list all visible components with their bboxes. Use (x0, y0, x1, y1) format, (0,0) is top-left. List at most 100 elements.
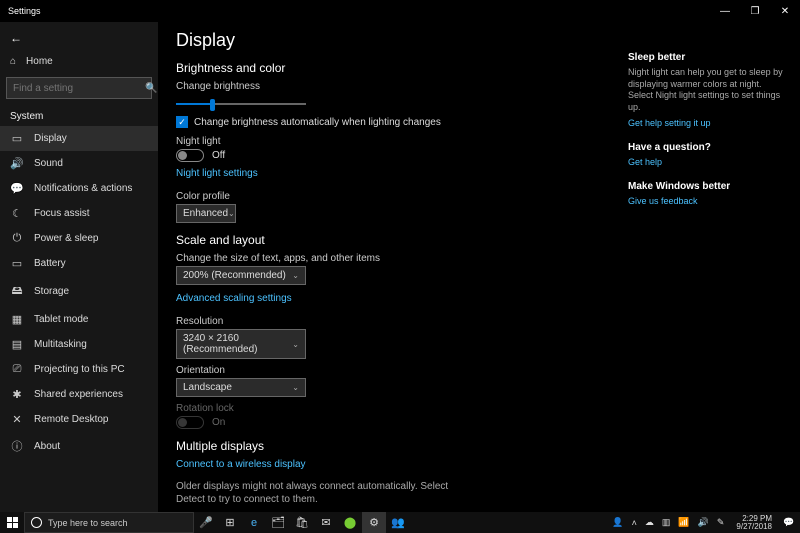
sidebar-item-focus[interactable]: ☾ Focus assist (0, 201, 158, 226)
sidebar-item-shared[interactable]: ✱ Shared experiences (0, 382, 158, 407)
sidebar-item-label: Focus assist (34, 208, 90, 219)
right-panel: Sleep better Night light can help you ge… (620, 22, 800, 512)
section-multiple: Multiple displays (176, 439, 602, 453)
sound-icon: 🔊 (10, 157, 24, 170)
sidebar-item-label: Remote Desktop (34, 414, 108, 425)
feedback-heading: Make Windows better (628, 181, 786, 192)
focus-assist-icon: ☾ (10, 207, 24, 220)
power-icon: ⏻ (10, 232, 24, 245)
tray-chevron-icon[interactable]: ˄ (630, 518, 639, 528)
back-arrow-icon[interactable]: ← (0, 26, 158, 50)
start-button[interactable] (0, 512, 24, 533)
get-help-link[interactable]: Get help (628, 157, 786, 167)
sidebar-item-battery[interactable]: ▭Battery (0, 251, 158, 276)
sidebar-home[interactable]: ⌂ Home (0, 50, 158, 73)
sidebar-item-tablet[interactable]: ▦Tablet mode (0, 307, 158, 332)
action-center-icon[interactable]: 💬 (778, 512, 800, 533)
sidebar-search[interactable]: 🔍 (6, 77, 152, 99)
maximize-button[interactable]: ❐ (740, 0, 770, 22)
nightlight-settings-link[interactable]: Night light settings (176, 168, 258, 179)
projecting-icon: ⎚ (10, 363, 24, 376)
advanced-scaling-link[interactable]: Advanced scaling settings (176, 293, 292, 304)
mail-icon[interactable]: ✉ (314, 512, 338, 533)
chevron-down-icon: ⌄ (292, 383, 299, 392)
app-icon[interactable]: ⬤ (338, 512, 362, 533)
tablet-icon: ▦ (10, 313, 24, 326)
sidebar-item-storage[interactable]: 🖴Storage (0, 276, 158, 307)
sidebar-item-notifications[interactable]: 💬 Notifications & actions (0, 176, 158, 201)
edge-icon[interactable]: e (242, 512, 266, 533)
colorprofile-label: Color profile (176, 191, 602, 202)
search-input[interactable] (13, 83, 145, 94)
wireless-display-link[interactable]: Connect to a wireless display (176, 459, 306, 470)
system-tray[interactable]: 👤 ˄ ☁ ▥ 📶 🔊 ✎ (606, 512, 730, 533)
question-heading: Have a question? (628, 142, 786, 153)
resolution-select[interactable]: 3240 × 2160 (Recommended)⌄ (176, 329, 306, 359)
sidebar-item-projecting[interactable]: ⎚Projecting to this PC (0, 357, 158, 382)
rotation-toggle (176, 416, 204, 429)
pen-icon[interactable]: ✎ (715, 517, 727, 528)
detect-text: Older displays might not always connect … (176, 480, 476, 506)
taskbar: Type here to search 🎤 ⊞ e 🗂 🛍 ✉ ⬤ ⚙ 👥 👤 … (0, 512, 800, 533)
window-title: Settings (0, 6, 710, 16)
brightness-slider[interactable] (176, 96, 306, 112)
sleep-text: Night light can help you get to sleep by… (628, 67, 786, 114)
search-icon: 🔍 (145, 83, 157, 94)
scale-label: Change the size of text, apps, and other… (176, 253, 602, 264)
store-icon[interactable]: 🛍 (290, 512, 314, 533)
multitasking-icon: ▤ (10, 338, 24, 351)
people-icon[interactable]: 👤 (610, 517, 625, 528)
section-scale: Scale and layout (176, 233, 602, 247)
feedback-link[interactable]: Give us feedback (628, 196, 786, 206)
volume-icon[interactable]: 🔊 (696, 517, 711, 528)
remote-icon: ✕ (10, 413, 24, 426)
notifications-icon: 💬 (10, 182, 24, 195)
wifi-icon[interactable]: 📶 (676, 517, 691, 528)
taskbar-clock[interactable]: 2:29 PM 9/27/2018 (730, 515, 778, 531)
sidebar-item-display[interactable]: ▭Display (0, 126, 158, 151)
sidebar-group-label: System (0, 107, 158, 126)
auto-brightness-checkbox[interactable]: ✓ (176, 116, 188, 128)
resolution-label: Resolution (176, 316, 602, 327)
scale-select[interactable]: 200% (Recommended)⌄ (176, 266, 306, 285)
settings-icon[interactable]: ⚙ (362, 512, 386, 533)
sidebar-item-multitasking[interactable]: ▤ Multitasking (0, 332, 158, 357)
brightness-label: Change brightness (176, 81, 602, 92)
rotation-state: On (212, 417, 225, 428)
sidebar-item-remote[interactable]: ✕ Remote Desktop (0, 407, 158, 432)
onedrive-icon[interactable]: ☁ (643, 517, 656, 528)
colorprofile-select[interactable]: Enhanced⌄ (176, 204, 236, 223)
battery-icon: ▭ (10, 257, 24, 270)
sidebar-item-power[interactable]: ⏻Power & sleep (0, 226, 158, 251)
sidebar: ← ⌂ Home 🔍 System ▭Display🔊Sound💬Notific… (0, 22, 158, 512)
sleep-link[interactable]: Get help setting it up (628, 118, 786, 128)
chevron-down-icon: ⌄ (228, 209, 235, 218)
close-button[interactable]: ✕ (770, 0, 800, 22)
home-icon: ⌂ (10, 56, 16, 67)
sidebar-item-label: Shared experiences (34, 389, 123, 400)
sidebar-item-sound[interactable]: 🔊Sound (0, 151, 158, 176)
minimize-button[interactable]: — (710, 0, 740, 22)
mic-icon[interactable]: 🎤 (194, 512, 218, 533)
teams-icon[interactable]: 👥 (386, 512, 410, 533)
nightlight-state: Off (212, 150, 225, 161)
sidebar-item-label: Notifications & actions (34, 183, 132, 194)
sidebar-item-label: Multitasking (34, 339, 87, 350)
orientation-select[interactable]: Landscape⌄ (176, 378, 306, 397)
taskview-icon[interactable]: ⊞ (218, 512, 242, 533)
sidebar-item-label: Display (34, 133, 67, 144)
sidebar-item-about[interactable]: ⓘAbout (0, 432, 158, 460)
rotation-label: Rotation lock (176, 403, 602, 414)
storage-icon: 🖴 (10, 282, 24, 301)
title-bar: Settings — ❐ ✕ (0, 0, 800, 22)
explorer-icon[interactable]: 🗂 (266, 512, 290, 533)
taskbar-search-placeholder: Type here to search (48, 518, 128, 528)
nightlight-toggle[interactable] (176, 149, 204, 162)
battery-tray-icon[interactable]: ▥ (660, 517, 673, 528)
main-content: Display Brightness and color Change brig… (158, 22, 620, 512)
orientation-label: Orientation (176, 365, 602, 376)
auto-brightness-label: Change brightness automatically when lig… (194, 117, 441, 128)
shared-icon: ✱ (10, 388, 24, 401)
cortana-icon (31, 517, 42, 528)
taskbar-search[interactable]: Type here to search (24, 512, 194, 533)
